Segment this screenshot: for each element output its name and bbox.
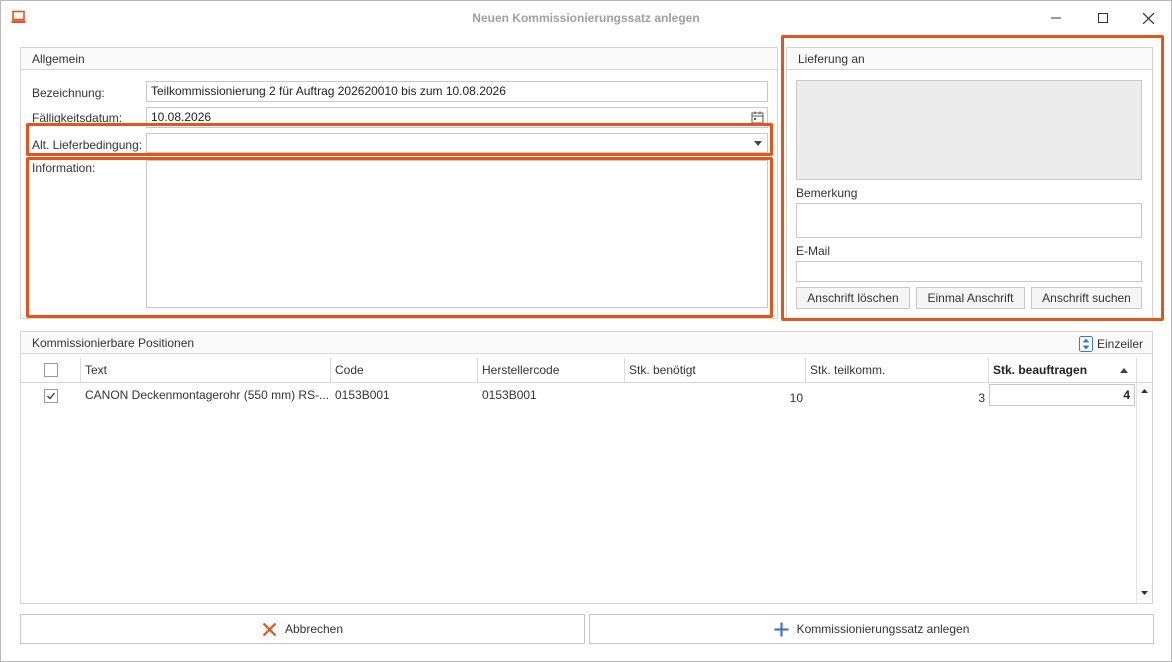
select-all-column — [21, 358, 81, 383]
bemerkung-label: Bemerkung — [796, 186, 858, 200]
cancel-button[interactable]: Abbrechen — [20, 614, 585, 644]
row-benoetigt: 10 — [789, 391, 803, 405]
maximize-button[interactable] — [1080, 1, 1126, 35]
dropdown-arrow-icon[interactable] — [754, 141, 762, 146]
row-beauftragen-value: 4 — [1123, 388, 1130, 402]
einzeiler-toggle[interactable]: Einzeiler — [1079, 335, 1143, 353]
column-header-text[interactable]: Text — [81, 358, 331, 383]
title-bar: Neuen Kommissionierungssatz anlegen — [1, 1, 1171, 35]
lieferadresse-display[interactable] — [796, 80, 1142, 180]
column-header-beauftragen[interactable]: Stk. beauftragen — [989, 358, 1137, 383]
column-header-benoetigt[interactable]: Stk. benötigt — [625, 358, 806, 383]
checkmark-icon — [47, 392, 56, 400]
bemerkung-input[interactable] — [796, 203, 1142, 238]
maximize-icon — [1098, 13, 1108, 23]
einzeiler-label: Einzeiler — [1097, 337, 1144, 351]
close-icon — [1142, 12, 1154, 24]
anschrift-loeschen-button[interactable]: Anschrift löschen — [796, 287, 910, 309]
email-input[interactable] — [796, 261, 1142, 282]
scroll-up-icon[interactable] — [1141, 389, 1148, 393]
information-label: Information: — [32, 161, 96, 175]
create-button[interactable]: Kommissionierungssatz anlegen — [589, 614, 1154, 644]
grid-scrollbar[interactable] — [1136, 383, 1152, 603]
anschrift-suchen-button[interactable]: Anschrift suchen — [1031, 287, 1142, 309]
faelligkeit-value: 10.08.2026 — [151, 110, 212, 124]
grid-header-row: Text Code Herstellercode Stk. benötigt S… — [21, 358, 1153, 383]
create-label: Kommissionierungssatz anlegen — [796, 622, 970, 636]
dialog-window: Neuen Kommissionierungssatz anlegen Allg… — [0, 0, 1172, 662]
minimize-icon — [1051, 17, 1061, 19]
einmal-anschrift-button[interactable]: Einmal Anschrift — [916, 287, 1025, 309]
minimize-button[interactable] — [1033, 1, 1079, 35]
cancel-x-icon — [262, 622, 277, 636]
row-teilkomm: 3 — [978, 391, 985, 405]
row-text: CANON Deckenmontagerohr (550 mm) RS-... — [85, 388, 329, 402]
email-label: E-Mail — [796, 244, 831, 258]
lieferbedingung-label: Alt. Lieferbedingung: — [32, 138, 143, 152]
column-header-beauftragen-label: Stk. beauftragen — [993, 363, 1088, 377]
bezeichnung-input[interactable]: Teilkommissionierung 2 für Auftrag 20262… — [146, 81, 768, 102]
positionen-header: Kommissionierbare Positionen — [21, 332, 1152, 354]
column-header-herstellercode[interactable]: Herstellercode — [478, 358, 625, 383]
cancel-label: Abbrechen — [284, 622, 344, 636]
lieferung-header: Lieferung an — [787, 48, 1152, 70]
select-all-checkbox[interactable] — [44, 363, 58, 377]
row-code: 0153B001 — [335, 388, 390, 402]
allgemein-header: Allgemein — [21, 48, 777, 70]
column-header-code[interactable]: Code — [331, 358, 478, 383]
faelligkeit-label: Fälligkeitsdatum: — [32, 111, 123, 125]
close-button[interactable] — [1125, 1, 1171, 35]
row-beauftragen-input[interactable]: 4 — [989, 384, 1135, 406]
plus-icon — [774, 622, 789, 636]
bezeichnung-label: Bezeichnung: — [32, 86, 105, 100]
row-checkbox[interactable] — [44, 389, 58, 403]
information-textarea[interactable] — [146, 160, 768, 308]
faelligkeit-date-input[interactable]: 10.08.2026 — [146, 107, 768, 128]
calendar-icon[interactable] — [751, 111, 764, 124]
lieferbedingung-select[interactable] — [146, 133, 768, 153]
scroll-down-icon[interactable] — [1141, 591, 1148, 595]
row-herstellercode: 0153B001 — [482, 388, 537, 402]
sort-ascending-icon — [1120, 368, 1128, 373]
spin-updown-icon — [1079, 336, 1093, 352]
window-title: Neuen Kommissionierungssatz anlegen — [472, 11, 700, 25]
column-header-teilkomm[interactable]: Stk. teilkomm. — [806, 358, 989, 383]
